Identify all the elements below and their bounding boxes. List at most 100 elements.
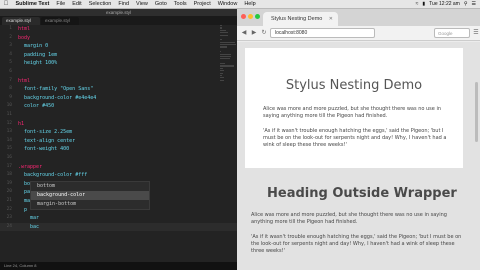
line-number: 21: [6, 198, 12, 203]
battery-icon[interactable]: ▮: [422, 1, 425, 7]
code-text: margin 0: [18, 43, 49, 50]
minimap-line: [220, 58, 231, 60]
menu-edit[interactable]: Edit: [69, 1, 85, 7]
forward-icon[interactable]: ▶: [250, 29, 258, 37]
code-line[interactable]: 9 background-color #e4e4e4: [0, 94, 237, 102]
menu-view[interactable]: View: [133, 1, 152, 7]
code-line[interactable]: 11: [0, 111, 237, 119]
code-line[interactable]: 5 height 100%: [0, 59, 237, 67]
code-line[interactable]: 15 font-weight 400: [0, 145, 237, 153]
paragraph: 'As if it wasn't trouble enough hatching…: [251, 234, 462, 254]
minimap-line: [220, 77, 225, 79]
wifi-icon[interactable]: ≈: [416, 1, 419, 7]
code-line[interactable]: 16: [0, 154, 237, 162]
line-number: 5: [9, 60, 12, 66]
code-line[interactable]: 1 html: [0, 25, 237, 33]
line-number: 20: [6, 189, 12, 195]
line-number: 13: [6, 129, 12, 135]
code-line[interactable]: 13 font-size 2.25em: [0, 128, 237, 136]
code-text: background-color #e4e4e4: [18, 94, 97, 101]
list-icon[interactable]: ☰: [472, 1, 476, 7]
minimap-line: [220, 46, 228, 48]
line-number: 23: [6, 215, 12, 221]
minimap-line: [220, 67, 223, 69]
wrapper: Stylus Nesting Demo Alice was more and m…: [245, 48, 463, 168]
editor-title: example.styl: [0, 9, 237, 16]
editor-tab-1[interactable]: example.styl: [2, 17, 40, 25]
autocomplete-item[interactable]: margin-bottom: [31, 200, 149, 209]
minimize-icon[interactable]: [248, 14, 253, 19]
menu-app[interactable]: Sublime Text: [12, 1, 53, 7]
line-number: 14: [6, 137, 12, 143]
menu-project[interactable]: Project: [190, 1, 214, 7]
minimap-line: [220, 70, 224, 72]
close-icon[interactable]: [241, 14, 246, 19]
menu-tools[interactable]: Tools: [170, 1, 190, 7]
minimap-line: [220, 39, 223, 41]
minimap-line: [220, 29, 226, 31]
code-line[interactable]: 18 background-color #fff: [0, 171, 237, 179]
code-line[interactable]: 24 bac: [0, 222, 237, 231]
minimap-line: [220, 55, 232, 58]
code-text: html: [18, 77, 31, 84]
window-controls: [241, 14, 260, 19]
apple-icon[interactable]: : [0, 1, 12, 7]
code-text: mar: [18, 215, 40, 222]
line-number: 22: [6, 206, 12, 212]
address-bar[interactable]: localhost:8080: [270, 28, 375, 38]
tab-close-icon[interactable]: ✕: [329, 12, 333, 26]
menu-window[interactable]: Window: [214, 1, 241, 7]
code-line[interactable]: 8 font-family "Open Sans": [0, 85, 237, 93]
browser-tab[interactable]: Stylus Nesting Demo ✕: [263, 12, 338, 26]
scrollbar[interactable]: [475, 82, 478, 142]
menu-help[interactable]: Help: [241, 1, 259, 7]
line-number: 24: [6, 223, 12, 229]
code-line[interactable]: 14 text-align center: [0, 137, 237, 145]
line-number: 16: [6, 155, 12, 160]
editor-tab-2[interactable]: example.styl: [41, 17, 79, 25]
code-line[interactable]: 17 .wrapper: [0, 163, 237, 171]
code-line[interactable]: 4 padding 1em: [0, 51, 237, 59]
code-line[interactable]: 10 color #450: [0, 102, 237, 110]
autocomplete-item[interactable]: bottom: [31, 182, 149, 191]
menu-find[interactable]: Find: [115, 1, 133, 7]
clock[interactable]: Tue 12:22 am: [429, 1, 460, 7]
menu-goto[interactable]: Goto: [151, 1, 170, 7]
code-line[interactable]: 7 html: [0, 77, 237, 85]
search-field[interactable]: Google: [434, 28, 470, 38]
paragraph: Alice was more and more puzzled, but she…: [263, 106, 442, 119]
line-number: 9: [9, 94, 12, 100]
code-text: p: [18, 206, 28, 213]
minimap-line: [220, 44, 236, 46]
maximize-icon[interactable]: [255, 14, 260, 19]
code-line[interactable]: 6: [0, 68, 237, 76]
page-title: Stylus Nesting Demo: [285, 78, 423, 93]
code-text: font-weight 400: [18, 146, 70, 153]
line-number: 6: [9, 69, 12, 74]
line-number: 11: [6, 112, 12, 117]
code-line[interactable]: 23 mar: [0, 214, 237, 222]
minimap[interactable]: [220, 25, 237, 85]
minimap-line: [220, 25, 223, 27]
code-text: .wrapper: [18, 163, 43, 170]
code-text: background-color #fff: [18, 172, 88, 179]
line-number: 7: [9, 77, 12, 83]
autocomplete-item-selected[interactable]: background-color: [31, 191, 149, 200]
code-line[interactable]: 3 margin 0: [0, 42, 237, 50]
code-line[interactable]: 12 h1: [0, 120, 237, 128]
line-number: 2: [9, 34, 12, 40]
back-icon[interactable]: ◀: [240, 29, 248, 37]
line-number: 3: [9, 43, 12, 49]
code-area[interactable]: 1 html 2 body 3 margin 04 padding 1em 5 heigh…: [0, 25, 237, 262]
code-text: font-family "Open Sans": [18, 86, 94, 93]
menu-selection[interactable]: Selection: [85, 1, 115, 7]
search-icon[interactable]: ⚲: [464, 1, 468, 7]
minimap-line: [220, 27, 223, 29]
menu-icon[interactable]: ☰: [472, 29, 480, 37]
code-line[interactable]: 2 body: [0, 34, 237, 42]
reload-icon[interactable]: ↻: [260, 29, 268, 37]
browser-tab-bar: Stylus Nesting Demo ✕: [237, 9, 480, 26]
menu-file[interactable]: File: [53, 1, 69, 7]
line-number: 18: [6, 172, 12, 178]
minimap-line: [220, 41, 235, 43]
